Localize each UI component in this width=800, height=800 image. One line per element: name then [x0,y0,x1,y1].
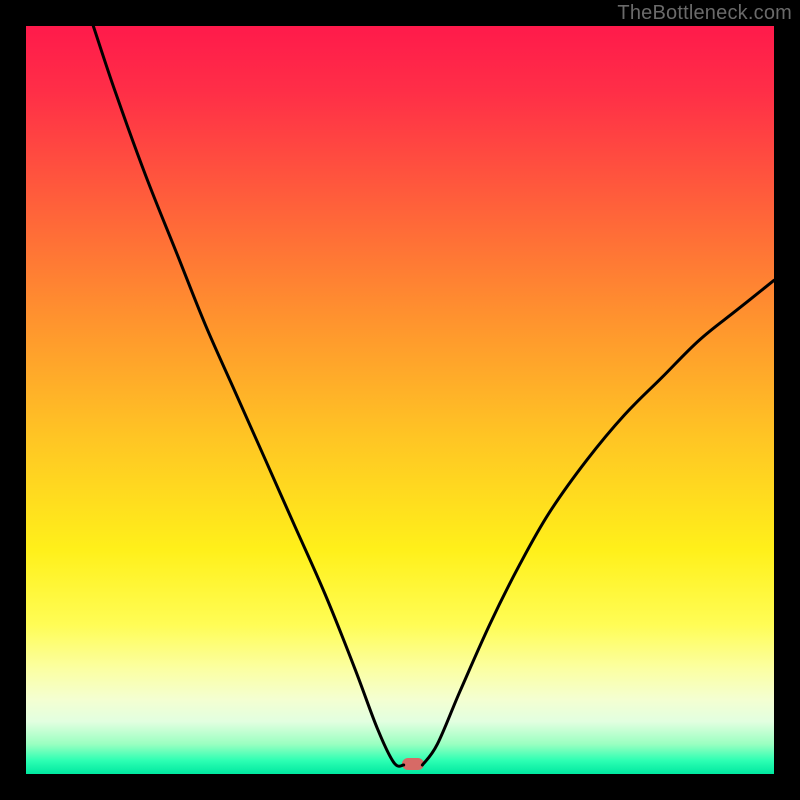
bottleneck-curve [26,26,774,774]
chart-frame: TheBottleneck.com [0,0,800,800]
watermark-text: TheBottleneck.com [617,2,792,25]
plot-area [26,26,774,774]
